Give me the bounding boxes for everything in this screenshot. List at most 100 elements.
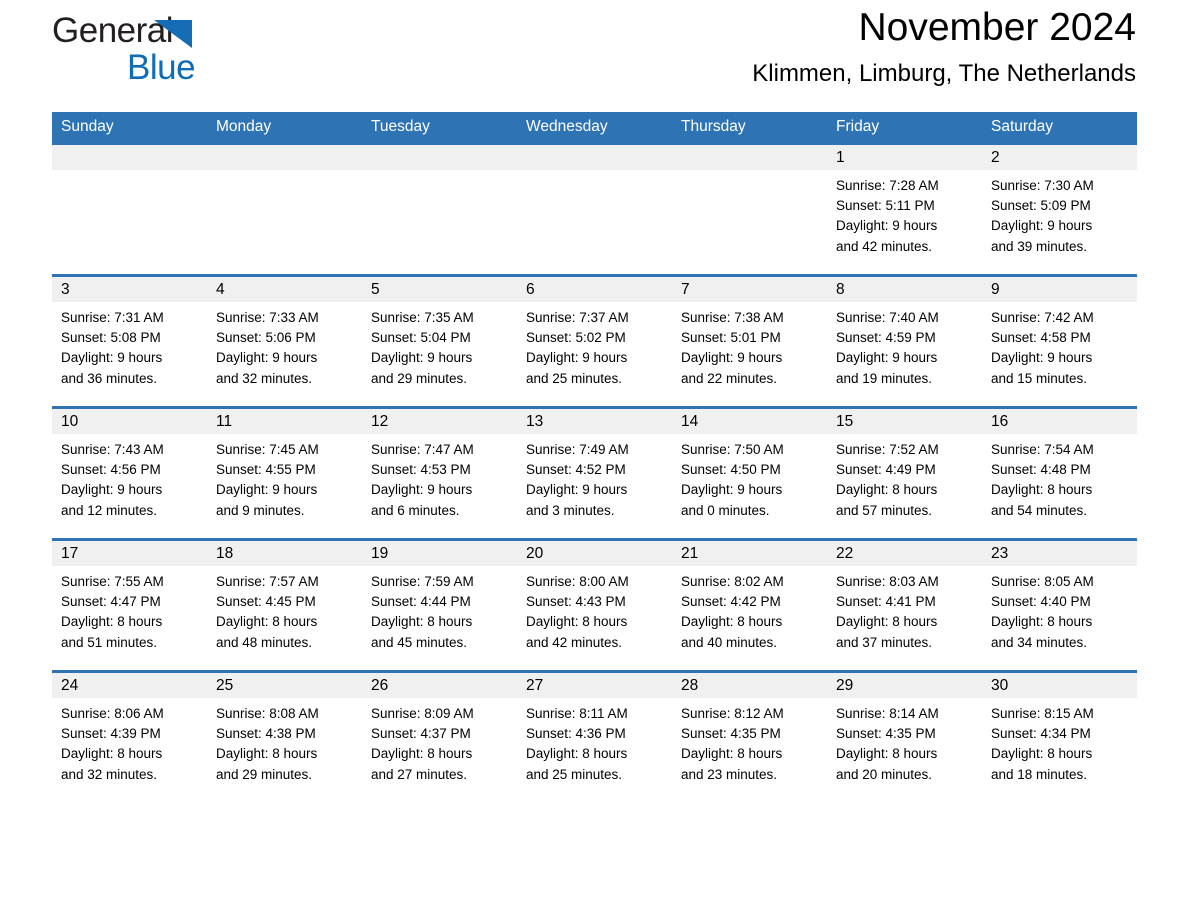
day-cell[interactable]: 7 Sunrise: 7:38 AM Sunset: 5:01 PM Dayli…	[672, 277, 827, 406]
daylight-text-line1: Daylight: 9 hours	[991, 218, 1093, 234]
day-cell[interactable]: 10 Sunrise: 7:43 AM Sunset: 4:56 PM Dayl…	[52, 409, 207, 538]
day-cell[interactable]	[362, 145, 517, 274]
day-number: 25	[207, 673, 362, 698]
daylight-text-line2: and 15 minutes.	[991, 370, 1088, 386]
sunset-text: Sunset: 4:48 PM	[991, 462, 1091, 478]
day-cell[interactable]	[207, 145, 362, 274]
daylight-text-line2: and 37 minutes.	[836, 634, 933, 650]
day-details: Sunrise: 8:02 AM Sunset: 4:42 PM Dayligh…	[672, 566, 827, 653]
daylight-text-line1: Daylight: 9 hours	[61, 482, 163, 498]
page-subtitle: Klimmen, Limburg, The Netherlands	[752, 60, 1136, 87]
day-cell[interactable]: 26 Sunrise: 8:09 AM Sunset: 4:37 PM Dayl…	[362, 673, 517, 802]
daylight-text-line2: and 29 minutes.	[216, 766, 313, 782]
day-cell[interactable]: 16 Sunrise: 7:54 AM Sunset: 4:48 PM Dayl…	[982, 409, 1137, 538]
weekday-friday: Friday	[836, 118, 880, 135]
day-cell[interactable]: 23 Sunrise: 8:05 AM Sunset: 4:40 PM Dayl…	[982, 541, 1137, 670]
sunrise-text: Sunrise: 7:49 AM	[526, 442, 629, 457]
day-number: 19	[362, 541, 517, 566]
week-row: 3 Sunrise: 7:31 AM Sunset: 5:08 PM Dayli…	[52, 274, 1137, 406]
day-details: Sunrise: 7:40 AM Sunset: 4:59 PM Dayligh…	[827, 302, 982, 389]
day-cell[interactable]: 25 Sunrise: 8:08 AM Sunset: 4:38 PM Dayl…	[207, 673, 362, 802]
sunrise-text: Sunrise: 7:31 AM	[61, 310, 164, 325]
day-cell[interactable]: 28 Sunrise: 8:12 AM Sunset: 4:35 PM Dayl…	[672, 673, 827, 802]
day-cell[interactable]: 19 Sunrise: 7:59 AM Sunset: 4:44 PM Dayl…	[362, 541, 517, 670]
sunrise-text: Sunrise: 8:08 AM	[216, 706, 319, 721]
daylight-text-line1: Daylight: 8 hours	[61, 746, 163, 762]
day-cell[interactable]: 29 Sunrise: 8:14 AM Sunset: 4:35 PM Dayl…	[827, 673, 982, 802]
day-cell[interactable]	[517, 145, 672, 274]
day-details: Sunrise: 7:45 AM Sunset: 4:55 PM Dayligh…	[207, 434, 362, 521]
day-details	[207, 170, 362, 176]
day-details: Sunrise: 7:43 AM Sunset: 4:56 PM Dayligh…	[52, 434, 207, 521]
week-row: 17 Sunrise: 7:55 AM Sunset: 4:47 PM Dayl…	[52, 538, 1137, 670]
day-number: 23	[982, 541, 1137, 566]
day-cell[interactable]: 12 Sunrise: 7:47 AM Sunset: 4:53 PM Dayl…	[362, 409, 517, 538]
day-cell[interactable]: 27 Sunrise: 8:11 AM Sunset: 4:36 PM Dayl…	[517, 673, 672, 802]
sunset-text: Sunset: 4:39 PM	[61, 726, 161, 742]
daylight-text-line1: Daylight: 8 hours	[836, 482, 938, 498]
sunset-text: Sunset: 5:04 PM	[371, 330, 471, 346]
day-number	[362, 145, 517, 170]
day-cell[interactable]: 13 Sunrise: 7:49 AM Sunset: 4:52 PM Dayl…	[517, 409, 672, 538]
daylight-text-line2: and 18 minutes.	[991, 766, 1088, 782]
day-details: Sunrise: 7:33 AM Sunset: 5:06 PM Dayligh…	[207, 302, 362, 389]
sunset-text: Sunset: 4:58 PM	[991, 330, 1091, 346]
day-cell[interactable]	[52, 145, 207, 274]
day-details: Sunrise: 7:57 AM Sunset: 4:45 PM Dayligh…	[207, 566, 362, 653]
daylight-text-line1: Daylight: 9 hours	[991, 350, 1093, 366]
day-number: 7	[672, 277, 827, 302]
day-details: Sunrise: 8:12 AM Sunset: 4:35 PM Dayligh…	[672, 698, 827, 785]
day-cell[interactable]: 3 Sunrise: 7:31 AM Sunset: 5:08 PM Dayli…	[52, 277, 207, 406]
day-number: 27	[517, 673, 672, 698]
daylight-text-line2: and 29 minutes.	[371, 370, 468, 386]
day-cell[interactable]: 15 Sunrise: 7:52 AM Sunset: 4:49 PM Dayl…	[827, 409, 982, 538]
day-cell[interactable]: 21 Sunrise: 8:02 AM Sunset: 4:42 PM Dayl…	[672, 541, 827, 670]
sunrise-text: Sunrise: 8:15 AM	[991, 706, 1094, 721]
sunset-text: Sunset: 4:35 PM	[836, 726, 936, 742]
day-number: 18	[207, 541, 362, 566]
daylight-text-line2: and 9 minutes.	[216, 502, 305, 518]
sunrise-text: Sunrise: 7:55 AM	[61, 574, 164, 589]
day-cell[interactable]: 4 Sunrise: 7:33 AM Sunset: 5:06 PM Dayli…	[207, 277, 362, 406]
day-details: Sunrise: 7:30 AM Sunset: 5:09 PM Dayligh…	[982, 170, 1137, 257]
daylight-text-line2: and 39 minutes.	[991, 238, 1088, 254]
day-cell[interactable]: 5 Sunrise: 7:35 AM Sunset: 5:04 PM Dayli…	[362, 277, 517, 406]
day-cell[interactable]: 22 Sunrise: 8:03 AM Sunset: 4:41 PM Dayl…	[827, 541, 982, 670]
day-cell[interactable]: 2 Sunrise: 7:30 AM Sunset: 5:09 PM Dayli…	[982, 145, 1137, 274]
daylight-text-line2: and 0 minutes.	[681, 502, 770, 518]
day-cell[interactable]: 11 Sunrise: 7:45 AM Sunset: 4:55 PM Dayl…	[207, 409, 362, 538]
sunrise-text: Sunrise: 8:03 AM	[836, 574, 939, 589]
day-cell[interactable]: 6 Sunrise: 7:37 AM Sunset: 5:02 PM Dayli…	[517, 277, 672, 406]
calendar-page: General Blue November 2024 Klimmen, Limb…	[0, 0, 1188, 918]
day-cell[interactable]: 8 Sunrise: 7:40 AM Sunset: 4:59 PM Dayli…	[827, 277, 982, 406]
sunrise-text: Sunrise: 7:43 AM	[61, 442, 164, 457]
weekday-wednesday: Wednesday	[526, 118, 608, 135]
daylight-text-line2: and 32 minutes.	[61, 766, 158, 782]
sunset-text: Sunset: 4:44 PM	[371, 594, 471, 610]
daylight-text-line1: Daylight: 9 hours	[216, 482, 318, 498]
sunrise-text: Sunrise: 8:14 AM	[836, 706, 939, 721]
day-details	[672, 170, 827, 176]
sunrise-text: Sunrise: 7:45 AM	[216, 442, 319, 457]
day-details: Sunrise: 7:50 AM Sunset: 4:50 PM Dayligh…	[672, 434, 827, 521]
sunset-text: Sunset: 4:50 PM	[681, 462, 781, 478]
day-cell[interactable]: 9 Sunrise: 7:42 AM Sunset: 4:58 PM Dayli…	[982, 277, 1137, 406]
day-cell[interactable]: 1 Sunrise: 7:28 AM Sunset: 5:11 PM Dayli…	[827, 145, 982, 274]
day-number: 21	[672, 541, 827, 566]
day-cell[interactable]: 20 Sunrise: 8:00 AM Sunset: 4:43 PM Dayl…	[517, 541, 672, 670]
day-cell[interactable]: 18 Sunrise: 7:57 AM Sunset: 4:45 PM Dayl…	[207, 541, 362, 670]
day-cell[interactable]: 24 Sunrise: 8:06 AM Sunset: 4:39 PM Dayl…	[52, 673, 207, 802]
day-cell[interactable]	[672, 145, 827, 274]
sunrise-text: Sunrise: 8:09 AM	[371, 706, 474, 721]
daylight-text-line1: Daylight: 8 hours	[216, 614, 318, 630]
day-number: 11	[207, 409, 362, 434]
sunrise-text: Sunrise: 7:42 AM	[991, 310, 1094, 325]
daylight-text-line2: and 6 minutes.	[371, 502, 460, 518]
day-cell[interactable]: 17 Sunrise: 7:55 AM Sunset: 4:47 PM Dayl…	[52, 541, 207, 670]
sunrise-text: Sunrise: 7:30 AM	[991, 178, 1094, 193]
day-cell[interactable]: 30 Sunrise: 8:15 AM Sunset: 4:34 PM Dayl…	[982, 673, 1137, 802]
daylight-text-line2: and 42 minutes.	[836, 238, 933, 254]
daylight-text-line2: and 20 minutes.	[836, 766, 933, 782]
day-number: 13	[517, 409, 672, 434]
day-cell[interactable]: 14 Sunrise: 7:50 AM Sunset: 4:50 PM Dayl…	[672, 409, 827, 538]
